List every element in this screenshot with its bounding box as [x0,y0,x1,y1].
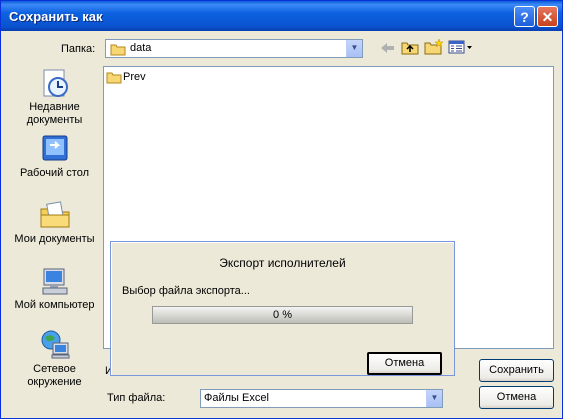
network-places-icon [41,330,69,359]
file-name: Prev [123,71,146,83]
cancel-button[interactable]: Отмена [479,386,554,409]
progress-title: Экспорт исполнителей [219,256,346,270]
folder-combo[interactable]: data ▼ [105,39,363,58]
recent-documents-icon [43,69,68,97]
filetype-select[interactable]: Файлы Excel ▼ [200,389,443,408]
list-item[interactable]: Prev [106,70,146,87]
back-arrow-icon[interactable] [379,41,395,55]
folder-value: data [130,42,152,54]
help-button[interactable]: ? [514,6,535,27]
progress-cancel-button[interactable]: Отмена [367,352,442,375]
chevron-down-icon[interactable]: ▼ [346,40,362,57]
place-recent-documents[interactable]: Недавние документы [9,67,100,127]
folder-up-icon[interactable] [401,39,419,55]
export-progress-dialog: Экспорт исполнителей Выбор файла экспорт… [110,241,455,376]
place-label: Рабочий стол [19,167,90,179]
chevron-down-icon[interactable]: ▼ [426,390,442,407]
place-label: Сетевое окружение [27,363,82,388]
new-folder-icon[interactable] [424,38,444,55]
save-as-dialog: Сохранить как ? ✕ Папка: data ▼ Недавние… [0,0,563,419]
close-button[interactable]: ✕ [537,6,558,27]
my-documents-icon [40,201,69,228]
save-button[interactable]: Сохранить [479,359,554,382]
progress-percent: 0 % [273,309,292,321]
my-computer-icon [42,268,67,295]
window-title: Сохранить как [9,9,103,24]
place-label: Мой компьютер [14,299,95,311]
filetype-label: Тип файла: [107,392,166,404]
place-my-documents[interactable]: Мои документы [9,199,100,246]
progress-message: Выбор файла экспорта... [122,285,250,297]
folder-label: Папка: [61,43,96,55]
folder-icon [106,72,122,84]
place-desktop[interactable]: Рабочий стол [9,133,100,180]
views-menu-icon[interactable] [448,40,474,54]
filetype-value: Файлы Excel [204,392,269,404]
place-my-computer[interactable]: Мой компьютер [9,265,100,312]
progress-bar: 0 % [152,306,413,324]
place-label: Мои документы [14,233,95,245]
title-bar[interactable]: Сохранить как ? ✕ [1,1,562,31]
folder-icon [110,44,126,56]
desktop-icon [42,135,67,161]
place-network[interactable]: Сетевое окружение [9,329,100,389]
place-label: Недавние документы [26,101,83,126]
